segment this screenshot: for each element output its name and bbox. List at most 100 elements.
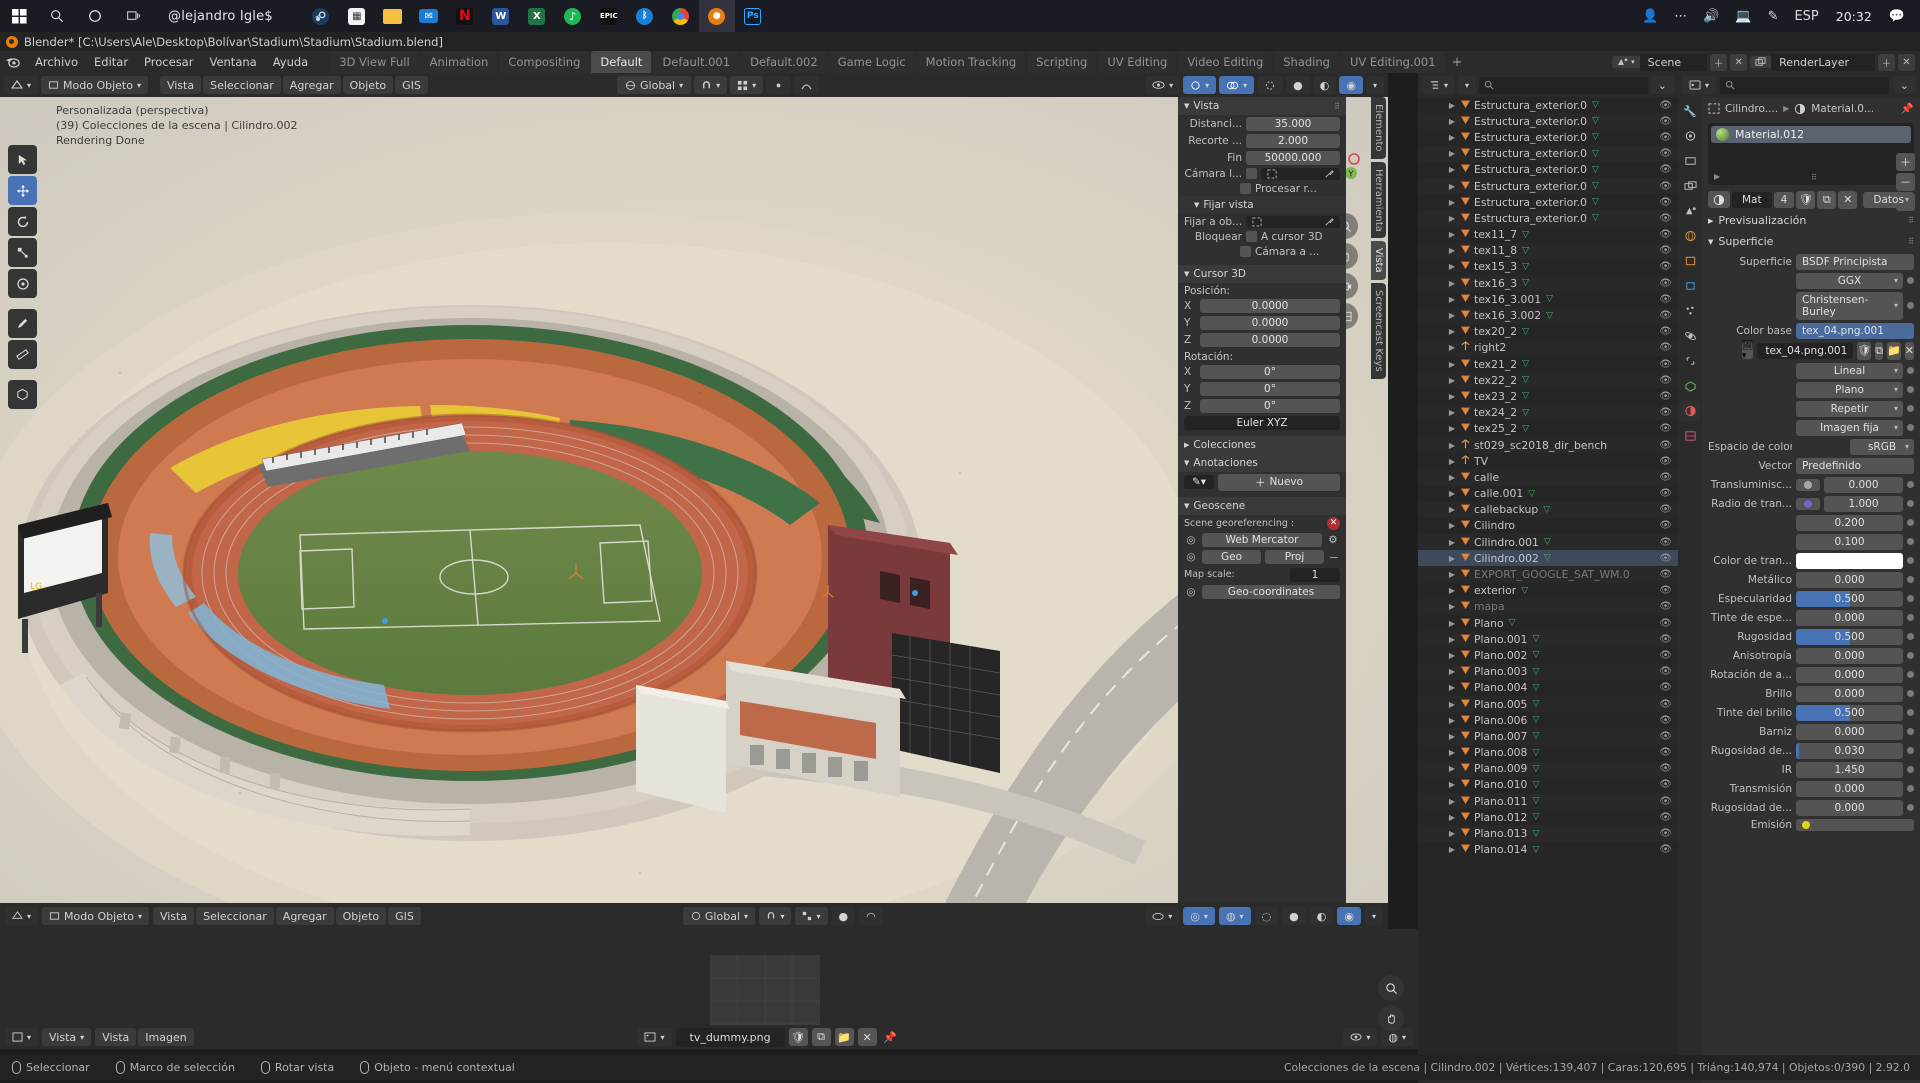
- unlink-material-icon[interactable]: ✕: [1838, 190, 1858, 209]
- unlink-image-icon[interactable]: ✕: [1904, 341, 1914, 360]
- mesh-data-icon[interactable]: ▽: [1532, 748, 1539, 758]
- view-layer-selector[interactable]: RenderLayer: [1750, 53, 1875, 71]
- copy-image-icon[interactable]: ⧉: [1875, 341, 1884, 360]
- 3d-viewport[interactable]: LG Personalizada (perspectiva) (39) Cole…: [0, 73, 1388, 929]
- visibility-eye-icon[interactable]: 👁: [1659, 779, 1672, 790]
- property-row[interactable]: Christensen-Burley ▾: [1702, 290, 1920, 321]
- expand-triangle-icon[interactable]: ▶: [1446, 521, 1458, 530]
- menu-procesar[interactable]: Procesar: [136, 53, 201, 71]
- visibility-eye-icon[interactable]: 👁: [1659, 537, 1672, 548]
- cursor-rot-X[interactable]: X 0°: [1178, 363, 1346, 380]
- footer-snap-toggle[interactable]: ▾: [759, 907, 792, 925]
- property-value[interactable]: 0.100: [1796, 533, 1903, 550]
- image-editor-type-selector[interactable]: ▾: [5, 1028, 39, 1046]
- outliner-row[interactable]: ▶ tex21_2 ▽ 👁: [1418, 356, 1678, 372]
- n-panel-tab-vista[interactable]: Vista: [1371, 241, 1386, 281]
- expand-triangle-icon[interactable]: ▶: [1446, 149, 1458, 158]
- footer-overlays-toggle[interactable]: ◍ ▾: [1218, 907, 1251, 925]
- outliner-row[interactable]: ▶ callebackup ▽ 👁: [1418, 502, 1678, 518]
- mesh-data-icon[interactable]: ▽: [1522, 424, 1529, 434]
- viewport-footer-menu-vista[interactable]: Vista: [152, 907, 195, 925]
- expand-triangle-icon[interactable]: ▶: [1446, 619, 1458, 628]
- visibility-eye-icon[interactable]: 👁: [1659, 844, 1672, 855]
- color-swatch[interactable]: [1796, 552, 1903, 569]
- property-row[interactable]: Espacio de color sRGB ▾: [1702, 437, 1920, 456]
- mesh-data-icon[interactable]: ▽: [1532, 812, 1539, 822]
- property-row[interactable]: Tinte de espe... 0.000: [1702, 608, 1920, 627]
- outliner-row[interactable]: ▶ tex23_2 ▽ 👁: [1418, 388, 1678, 404]
- geo-coordinates-button[interactable]: Geo-coordinates: [1202, 584, 1340, 599]
- property-node-value[interactable]: Predefinido: [1796, 457, 1914, 474]
- outliner-row[interactable]: ▶ Plano.010 ▽ 👁: [1418, 777, 1678, 793]
- animate-dot-icon[interactable]: [1907, 302, 1914, 309]
- outliner-row[interactable]: ▶ tex25_2 ▽ 👁: [1418, 421, 1678, 437]
- workspace-tab-uv-editing[interactable]: UV Editing: [1098, 51, 1177, 73]
- camera-object-field[interactable]: [1261, 167, 1340, 180]
- scene-name[interactable]: Scene: [1639, 53, 1708, 71]
- outliner-row[interactable]: ▶ tex11_7 ▽ 👁: [1418, 227, 1678, 243]
- render-region-checkbox[interactable]: [1240, 183, 1251, 194]
- gear-icon[interactable]: ⚙: [1326, 534, 1340, 546]
- visibility-eye-icon[interactable]: 👁: [1659, 407, 1672, 418]
- geo-proj-row[interactable]: ◎ Geo Proj －: [1178, 548, 1346, 566]
- outliner-row[interactable]: ▶ Plano.003 ▽ 👁: [1418, 664, 1678, 680]
- outliner-row[interactable]: ▶ Plano.006 ▽ 👁: [1418, 712, 1678, 728]
- tab-material[interactable]: [1680, 401, 1700, 421]
- property-row[interactable]: Plano ▾: [1702, 380, 1920, 399]
- mesh-data-icon[interactable]: ▽: [1522, 327, 1529, 337]
- mesh-data-icon[interactable]: ▽: [1546, 294, 1553, 304]
- view-layer-name[interactable]: RenderLayer: [1771, 53, 1875, 71]
- property-row[interactable]: Color de tran...: [1702, 551, 1920, 570]
- cursor-rot-Y[interactable]: Y 0°: [1178, 380, 1346, 397]
- task-view-icon[interactable]: [114, 0, 152, 32]
- socket-box[interactable]: [1796, 478, 1820, 491]
- workspace-tab-shading[interactable]: Shading: [1274, 51, 1339, 73]
- property-row[interactable]: Especularidad 0.500: [1702, 589, 1920, 608]
- animate-dot-icon[interactable]: [1907, 671, 1914, 678]
- material-datablock-row[interactable]: Mat 4 🛡 ⧉ ✕ Datos ▾: [1702, 189, 1920, 210]
- view-row-1[interactable]: Recorte ... 2.000: [1178, 132, 1346, 149]
- expand-triangle-icon[interactable]: ▶: [1446, 602, 1458, 611]
- expand-triangle-icon[interactable]: ▶: [1446, 700, 1458, 709]
- preview-panel-header[interactable]: ▶ Previsualización ⠿: [1702, 210, 1920, 231]
- axis-value[interactable]: 0.0000: [1200, 332, 1340, 347]
- app-word-icon[interactable]: W: [483, 0, 519, 32]
- new-scene-button[interactable]: ＋: [1710, 53, 1728, 71]
- viewport-n-panel[interactable]: ▼ Vista ⠿ Distanci... 35.000 Recorte ... 2.…: [1178, 97, 1346, 903]
- grip-icon[interactable]: ⠿: [1811, 173, 1817, 182]
- animate-dot-icon[interactable]: [1907, 424, 1914, 431]
- shading-rendered-button[interactable]: ◉: [1339, 76, 1363, 94]
- workspace-tab-animation[interactable]: Animation: [420, 51, 498, 73]
- workspace-tab-default[interactable]: Default: [591, 51, 652, 73]
- n-panel-tab-screencast-keys[interactable]: Screencast Keys: [1371, 283, 1386, 379]
- euler-order-value[interactable]: Euler XYZ: [1184, 415, 1340, 430]
- expand-triangle-icon[interactable]: ▶: [1446, 343, 1458, 352]
- view-row-value[interactable]: 2.000: [1246, 133, 1340, 148]
- app-battlenet-icon[interactable]: ᛒ: [627, 0, 663, 32]
- cursor-panel-header[interactable]: ▼ Cursor 3D: [1178, 265, 1346, 283]
- fake-user-shield-icon[interactable]: 🛡: [1796, 190, 1816, 209]
- lock-to-object-row[interactable]: Fijar a ob...: [1178, 214, 1346, 229]
- animate-dot-icon[interactable]: [1907, 576, 1914, 583]
- material-link-selector[interactable]: Datos ▾: [1863, 191, 1914, 208]
- outliner-row[interactable]: ▶ tex20_2 ▽ 👁: [1418, 324, 1678, 340]
- mesh-data-icon[interactable]: ▽: [1544, 537, 1551, 547]
- outliner-editor-type[interactable]: ▾: [1422, 76, 1456, 94]
- workspace-tab-uv-editing-001[interactable]: UV Editing.001: [1340, 51, 1445, 73]
- lock-camera-checkbox[interactable]: [1240, 246, 1251, 257]
- property-menu[interactable]: sRGB ▾: [1850, 438, 1914, 455]
- outliner-row[interactable]: ▶ exterior ▽ 👁: [1418, 583, 1678, 599]
- visibility-eye-icon[interactable]: 👁: [1659, 520, 1672, 531]
- outliner-row[interactable]: ▶ Plano.002 ▽ 👁: [1418, 647, 1678, 663]
- mesh-data-icon[interactable]: ▽: [1532, 650, 1539, 660]
- app-blender-icon[interactable]: ●: [698, 0, 735, 32]
- property-row[interactable]: Emisión: [1702, 817, 1920, 832]
- app-mail-icon[interactable]: ✉: [411, 0, 447, 32]
- animate-dot-icon[interactable]: [1907, 386, 1914, 393]
- expand-triangle-icon[interactable]: ▶: [1446, 279, 1458, 288]
- expand-triangle-icon[interactable]: ▶: [1446, 262, 1458, 271]
- footer-mode-selector[interactable]: Modo Objeto ▾: [42, 907, 149, 925]
- pen-icon[interactable]: ✎: [1761, 9, 1786, 24]
- visibility-eye-icon[interactable]: 👁: [1659, 553, 1672, 564]
- footer-xray-toggle[interactable]: ◌: [1254, 907, 1279, 925]
